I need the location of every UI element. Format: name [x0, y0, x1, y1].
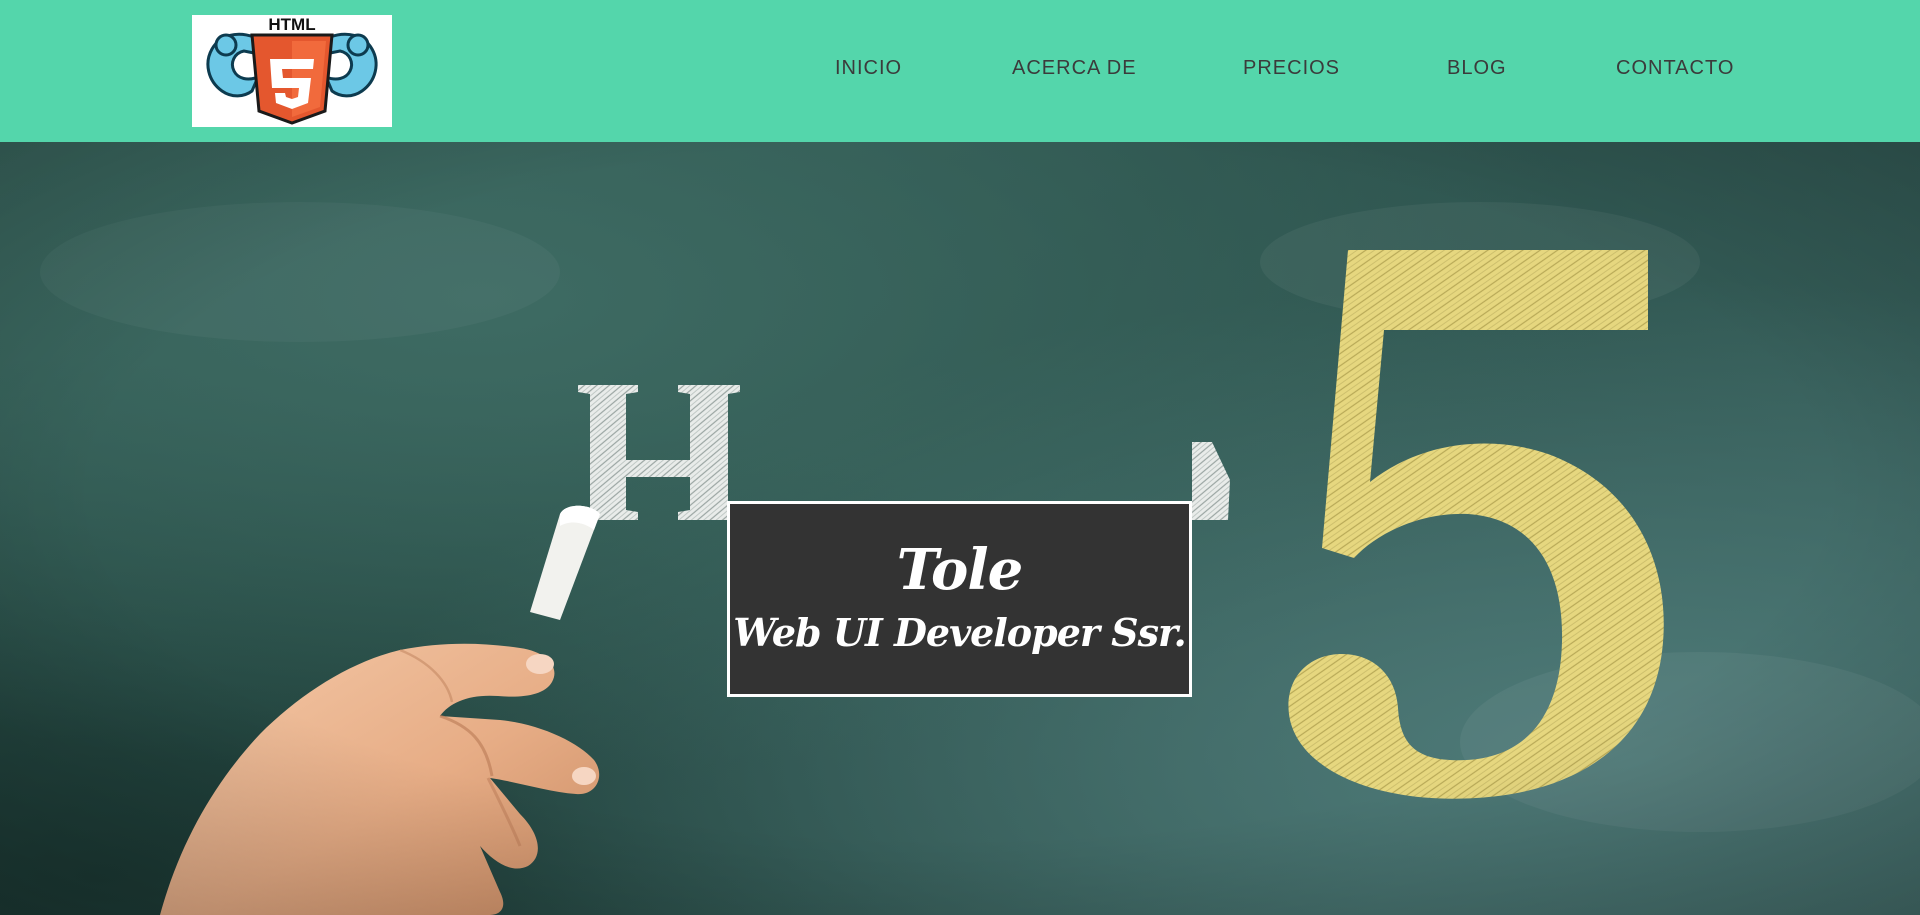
nav-item-acerca-de[interactable]: ACERCA DE [1012, 52, 1137, 84]
hero-title-card: Tole Web UI Developer Ssr. [727, 501, 1192, 697]
hero-role: Web UI Developer Ssr. [733, 610, 1186, 655]
site-header: HTML INICIO ACERCA DE PRECIOS BLOG CONTA… [0, 0, 1920, 142]
hero-name: Tole [896, 537, 1024, 603]
nav-item-inicio[interactable]: INICIO [835, 52, 902, 84]
hero-section: Tole Web UI Developer Ssr. [0, 142, 1920, 915]
logo-text: HTML [268, 15, 315, 34]
nav-item-blog[interactable]: BLOG [1447, 52, 1507, 84]
page: HTML INICIO ACERCA DE PRECIOS BLOG CONTA… [0, 0, 1920, 915]
main-nav: INICIO ACERCA DE PRECIOS BLOG CONTACTO [0, 52, 1920, 84]
nav-item-contacto[interactable]: CONTACTO [1616, 52, 1734, 84]
nav-item-precios[interactable]: PRECIOS [1243, 52, 1340, 84]
